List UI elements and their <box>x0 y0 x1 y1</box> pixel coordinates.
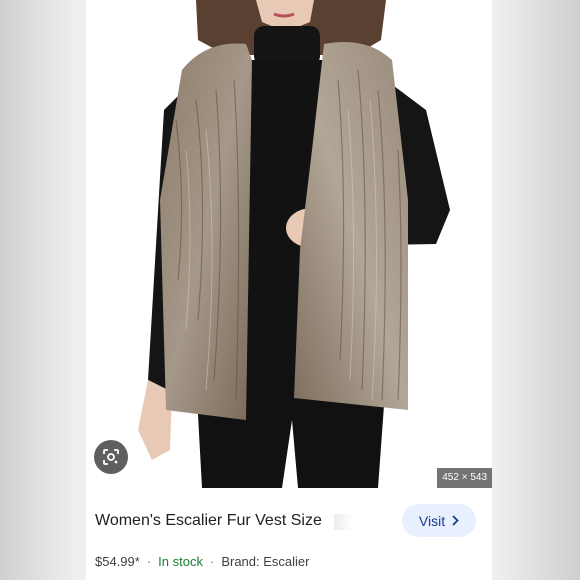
image-dimensions-badge: 452 × 543 <box>437 468 492 488</box>
chevron-right-icon <box>451 513 459 529</box>
left-backdrop <box>0 0 86 580</box>
lens-search-icon <box>102 448 120 466</box>
lens-search-button[interactable] <box>94 440 128 474</box>
image-result-card: 452 × 543 Women's Escalier Fur Vest Size… <box>86 0 492 580</box>
right-backdrop <box>492 0 580 580</box>
title-truncation-fade <box>334 514 352 530</box>
price: $54.99* <box>95 554 140 569</box>
visit-label: Visit <box>418 512 446 529</box>
product-photo-illustration <box>138 0 450 488</box>
separator: · <box>146 554 152 569</box>
separator: · <box>209 554 215 569</box>
stock-status: In stock <box>158 554 203 569</box>
product-meta: $54.99* · In stock · Brand: Escalier <box>95 554 309 569</box>
visit-button[interactable]: Visit <box>402 504 476 537</box>
brand: Brand: Escalier <box>221 554 310 569</box>
product-image[interactable]: 452 × 543 <box>86 0 492 488</box>
